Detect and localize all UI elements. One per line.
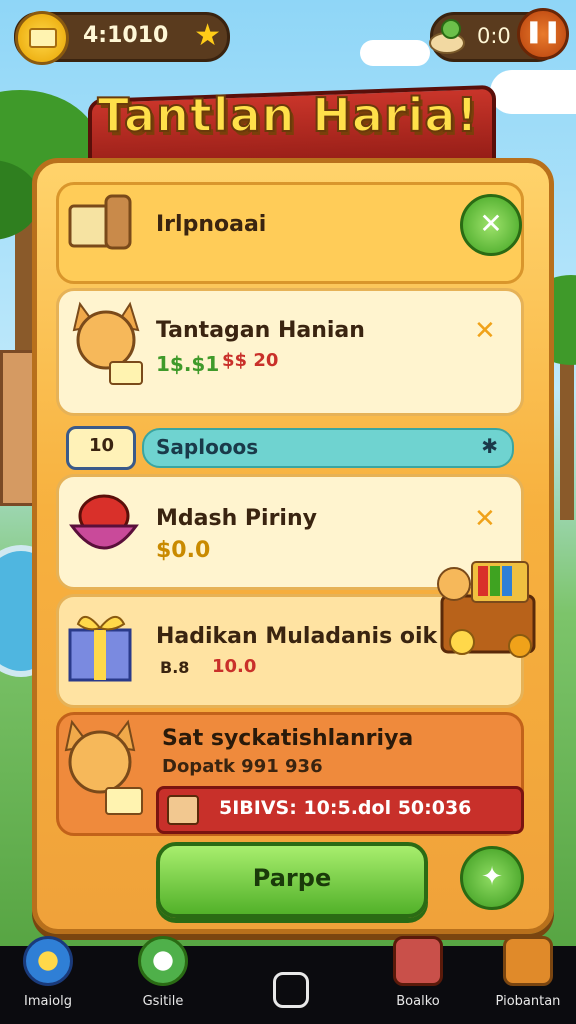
task-dismiss-button[interactable]: ✕ [474, 504, 496, 534]
nav-item-boalko[interactable]: Boalko [378, 936, 458, 1024]
bonus-title: Sat syckatishlanriya [162, 726, 414, 751]
task-value-b: 10.0 [212, 656, 257, 677]
ticket-icon: 10 [66, 426, 136, 470]
scroll-book-icon [68, 194, 132, 250]
pause-icon: ❚❚ [524, 19, 562, 44]
nav-label: Gsitile [142, 994, 184, 1009]
fox-mascot-icon [72, 301, 143, 385]
check-icon: ✕ [479, 207, 503, 240]
coin-value: 4:1010 [83, 23, 169, 48]
asterisk-icon: ✱ [481, 434, 498, 458]
bonus-progress-bar: 5IBIVS: 10:5.dol 50:036 [156, 786, 524, 834]
task-dismiss-button[interactable]: ✕ [474, 316, 496, 346]
task-value-b: $$ 20 [222, 350, 279, 371]
task-value-a: 1$.$1 [156, 352, 220, 376]
sword-icon [503, 936, 553, 986]
bonus-box-icon [167, 795, 199, 825]
gift-box-icon [68, 616, 132, 682]
pause-button[interactable]: ❚❚ [517, 8, 569, 60]
task-title: Hadikan Muladanis oik [156, 624, 438, 649]
task-title: Mdash Piriny [156, 506, 317, 531]
nav-label: Boalko [396, 994, 440, 1009]
gauge-icon [138, 936, 188, 986]
cloud [360, 40, 430, 66]
section-bar[interactable]: Saplooos ✱ [142, 428, 514, 468]
home-button[interactable] [273, 972, 309, 1008]
bowl-icon [69, 494, 139, 550]
nav-item-gsitile[interactable]: Gsitile [123, 936, 203, 1024]
task-value-a: $0.0 [156, 538, 211, 563]
leaf-button[interactable]: ✦ [460, 846, 524, 910]
nav-item-piobantan[interactable]: Piobantan [488, 936, 568, 1024]
star-icon: ★ [194, 18, 221, 53]
task-title: Tantagan Hanian [156, 318, 365, 343]
stopwatch-icon [429, 19, 465, 54]
fox-mascot-icon [64, 719, 143, 815]
leaf-icon: ✦ [481, 862, 503, 892]
treasure-chest-icon [437, 561, 536, 658]
basket-icon [393, 936, 443, 986]
nav-label: Piobantan [495, 994, 561, 1009]
nav-label: Imaiolg [24, 994, 72, 1009]
header-label: Irlpnoaai [156, 212, 267, 237]
bonus-subtitle: Dopatk 991 936 [162, 756, 323, 777]
task-value-a: B.8 [160, 658, 190, 677]
confirm-button[interactable]: ✕ [460, 194, 522, 256]
timer-value: 0:0 [477, 24, 511, 48]
page-title: Tantlan Haria! [97, 87, 479, 143]
coin-stack-icon [15, 11, 69, 65]
coin-counter[interactable]: 4:1010 ★ [14, 11, 230, 65]
bonus-bar-text: 5IBIVS: 10:5.dol 50:036 [219, 797, 472, 819]
section-label: Saplooos [156, 435, 259, 459]
nav-item-imaiolg[interactable]: Imaiolg [8, 936, 88, 1024]
section-badge: 10 [89, 435, 115, 456]
target-icon [23, 936, 73, 986]
play-button[interactable]: Parpe [156, 842, 428, 918]
